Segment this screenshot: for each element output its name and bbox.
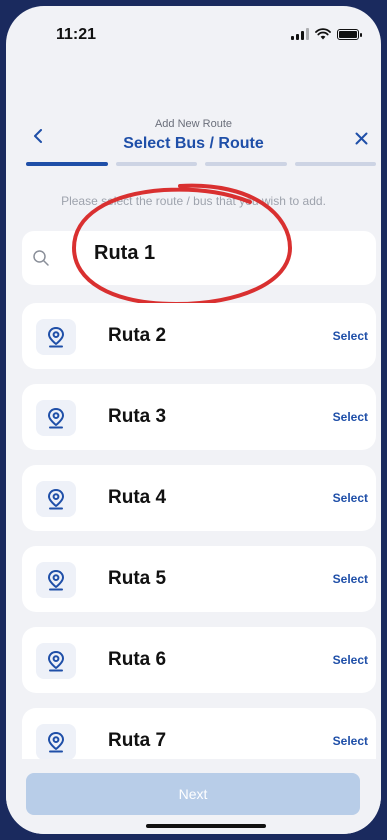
battery-icon [337,28,362,40]
route-label: Ruta 5 [108,568,167,589]
location-pin-icon [48,327,64,348]
route-icon [36,562,76,598]
route-list: Ruta 2 Select Ruta 3 Select Ruta 4 Select Ruta… [22,303,376,759]
page-title: Select Bus / Route [123,135,264,152]
route-label: Ruta 3 [108,406,167,427]
footer: Next [6,759,381,834]
route-row[interactable]: Ruta 2 Select [22,303,376,369]
location-pin-icon [48,570,64,591]
location-pin-icon [48,489,64,510]
route-label: Ruta 6 [108,649,167,670]
progress-step-1 [26,162,108,166]
route-row[interactable]: Ruta 6 Select [22,627,376,693]
route-icon [36,724,76,759]
select-route-button[interactable]: Select [333,653,368,667]
route-row[interactable]: Ruta 4 Select [22,465,376,531]
select-route-button[interactable]: Select [333,329,368,343]
close-icon [355,132,367,144]
header-subtitle: Add New Route [154,118,233,130]
route-icon [36,481,76,517]
home-indicator [146,824,266,828]
select-route-button[interactable]: Select [333,491,368,505]
select-route-button[interactable]: Select [333,572,368,586]
status-icons [291,28,362,40]
search-input[interactable]: Ruta 1 [22,231,376,285]
route-icon [36,400,76,436]
signal-icon [291,28,309,40]
progress-step-4 [294,162,376,166]
wifi-icon [315,28,331,40]
location-pin-icon [48,732,64,753]
route-row[interactable]: Ruta 7 Select [22,708,376,759]
close-button[interactable] [351,128,371,148]
search-icon [33,250,49,266]
location-pin-icon [48,408,64,429]
route-row[interactable]: Ruta 3 Select [22,384,376,450]
status-time: 11:21 [56,26,97,43]
instruction-text: Please select the route / bus that you w… [61,194,326,208]
search-value: Ruta 1 [94,242,156,264]
route-icon [36,643,76,679]
location-pin-icon [48,651,64,672]
modal-header: Add New Route Select Bus / Route [6,110,381,160]
progress-step-2 [115,162,197,166]
select-route-button[interactable]: Select [333,410,368,424]
select-route-button[interactable]: Select [333,734,368,748]
status-bar: 11:21 [6,6,381,60]
step-progress [26,162,376,166]
route-label: Ruta 4 [108,487,167,508]
route-row[interactable]: Ruta 5 Select [22,546,376,612]
route-label: Ruta 7 [108,730,167,751]
phone-screen: 11:21 Add New Route Select Bus / Route P… [6,6,381,834]
route-label: Ruta 2 [108,325,167,346]
next-button[interactable]: Next [26,773,360,815]
route-icon [36,319,76,355]
progress-step-3 [205,162,287,166]
